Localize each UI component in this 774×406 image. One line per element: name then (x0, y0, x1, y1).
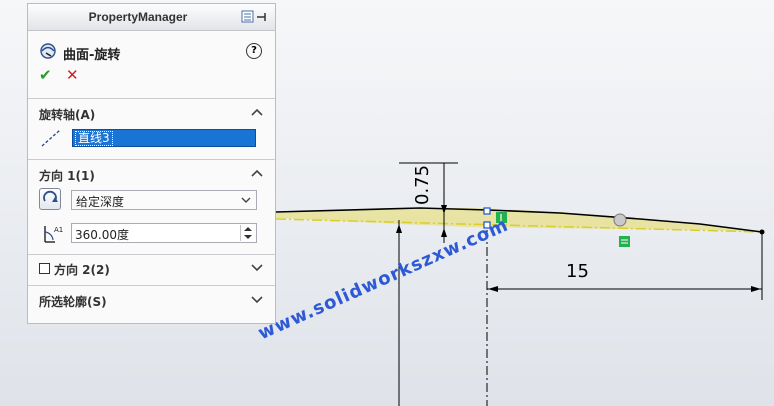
section-title-direction1[interactable]: 方向 1(1) (39, 167, 95, 184)
section-title-rotation-axis[interactable]: 旋转轴(A) (39, 106, 95, 123)
chevron-down-icon[interactable] (251, 296, 263, 304)
cancel-button[interactable]: ✕ (66, 66, 79, 84)
spin-up-icon[interactable] (241, 225, 255, 233)
ok-button[interactable]: ✔ (39, 66, 52, 84)
angle-input[interactable]: 360.00度 (71, 223, 257, 243)
dimension-vertical-label[interactable]: 0.75 (412, 165, 433, 205)
end-condition-value: 给定深度 (76, 195, 125, 209)
pin-icon[interactable] (241, 10, 269, 24)
help-button[interactable]: ? (246, 43, 262, 59)
divider (28, 254, 275, 255)
section-title-selected-contours[interactable]: 所选轮廓(S) (39, 293, 107, 310)
panel-title: PropertyManager (88, 10, 188, 24)
horizontal-relation-icon[interactable] (619, 236, 630, 247)
divider (28, 159, 275, 160)
section-title-direction2[interactable]: 方向 2(2) (54, 261, 110, 278)
svg-text:A1: A1 (54, 226, 63, 234)
revolve-surface-icon (40, 43, 56, 59)
axis-line-icon (41, 129, 61, 147)
angle-icon: A1 (44, 226, 63, 243)
feature-name: 曲面-旋转 (63, 48, 121, 63)
reverse-direction-icon (43, 190, 58, 202)
spin-down-icon[interactable] (241, 233, 255, 241)
sketch-point-handle[interactable] (483, 207, 491, 215)
chevron-down-icon[interactable] (251, 264, 263, 272)
end-condition-select[interactable]: 给定深度 (71, 190, 257, 210)
divider (28, 285, 275, 286)
property-manager-panel: PropertyManager 曲面-旋转 ? ✔ ✕ 旋转轴(A) 直线3 方… (27, 3, 276, 324)
rotation-axis-value: 直线3 (75, 131, 113, 146)
direction2-checkbox[interactable] (39, 263, 50, 274)
angle-spinner[interactable] (240, 225, 255, 241)
reverse-direction-button[interactable] (39, 188, 61, 210)
chevron-up-icon[interactable] (251, 169, 263, 177)
rotation-axis-field[interactable]: 直线3 (72, 129, 256, 147)
dimension-horizontal-label[interactable]: 15 (566, 261, 589, 282)
endpoint[interactable] (759, 229, 765, 235)
angle-value: 360.00度 (75, 228, 129, 242)
panel-header: PropertyManager (28, 4, 275, 31)
chevron-up-icon[interactable] (251, 108, 263, 116)
chevron-down-icon (241, 197, 251, 203)
origin-sphere-icon (613, 213, 627, 227)
feature-header: 曲面-旋转 ? (36, 40, 268, 64)
divider (28, 98, 275, 99)
